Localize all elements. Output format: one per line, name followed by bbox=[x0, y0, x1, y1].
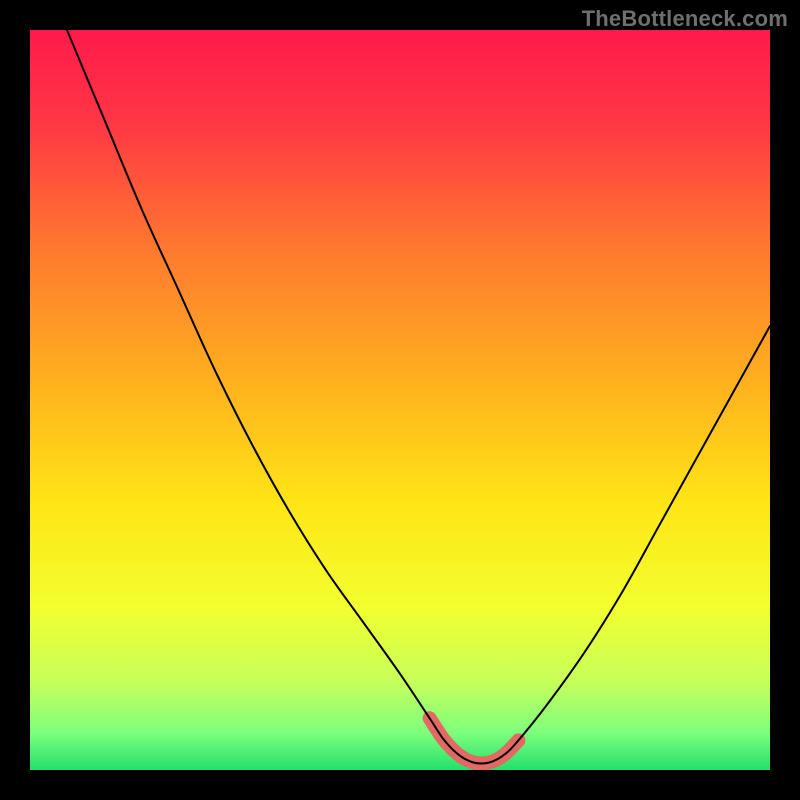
chart-frame: TheBottleneck.com bbox=[0, 0, 800, 800]
plot-area bbox=[30, 30, 770, 770]
gradient-background bbox=[30, 30, 770, 770]
watermark-text: TheBottleneck.com bbox=[582, 6, 788, 32]
bottleneck-chart bbox=[30, 30, 770, 770]
